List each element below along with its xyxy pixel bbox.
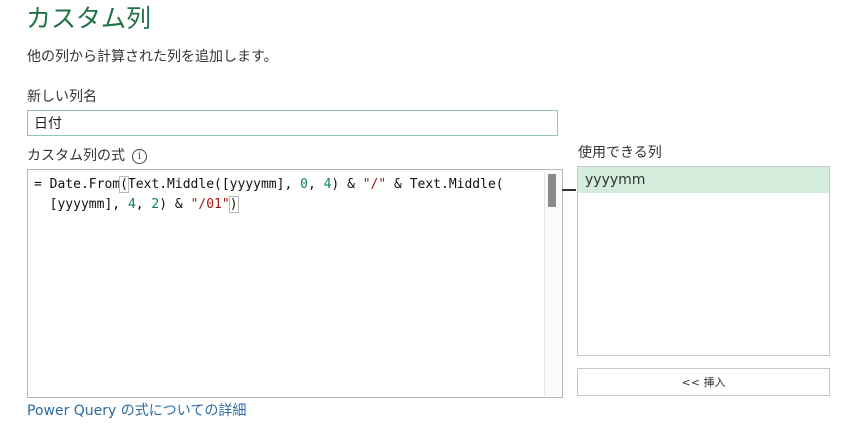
formula-text[interactable]: = Date.From(Text.Middle([yyyymm], 0, 4) … <box>34 175 544 215</box>
overview-ruler-mark <box>562 189 576 191</box>
available-columns-label: 使用できる列 <box>578 145 662 161</box>
matched-bracket-close: ) <box>228 196 239 213</box>
list-item[interactable]: yyyymm <box>578 167 829 193</box>
formula-label-row: カスタム列の式 i <box>27 146 147 166</box>
formula-scrollbar[interactable] <box>544 171 576 396</box>
help-link[interactable]: Power Query の式についての詳細 <box>27 401 246 421</box>
formula-line-2: [yyyymm], 4, 2) & "/01") <box>49 196 239 213</box>
formula-label: カスタム列の式 <box>27 148 125 164</box>
scrollbar-thumb[interactable] <box>548 174 556 207</box>
formula-line-1: = Date.From(Text.Middle([yyyymm], 0, 4) … <box>34 176 504 193</box>
formula-editor[interactable]: = Date.From(Text.Middle([yyyymm], 0, 4) … <box>27 169 576 398</box>
dialog-subtitle: 他の列から計算された列を追加します。 <box>27 49 278 65</box>
insert-button[interactable]: << 挿入 <box>577 368 830 396</box>
matched-bracket-open: ( <box>119 176 129 193</box>
info-icon[interactable]: i <box>132 148 147 164</box>
dialog-title: カスタム列 <box>26 4 152 33</box>
column-name-label: 新しい列名 <box>27 89 97 105</box>
available-columns-list[interactable]: yyyymm <box>577 166 830 356</box>
column-name-input[interactable] <box>27 110 558 136</box>
